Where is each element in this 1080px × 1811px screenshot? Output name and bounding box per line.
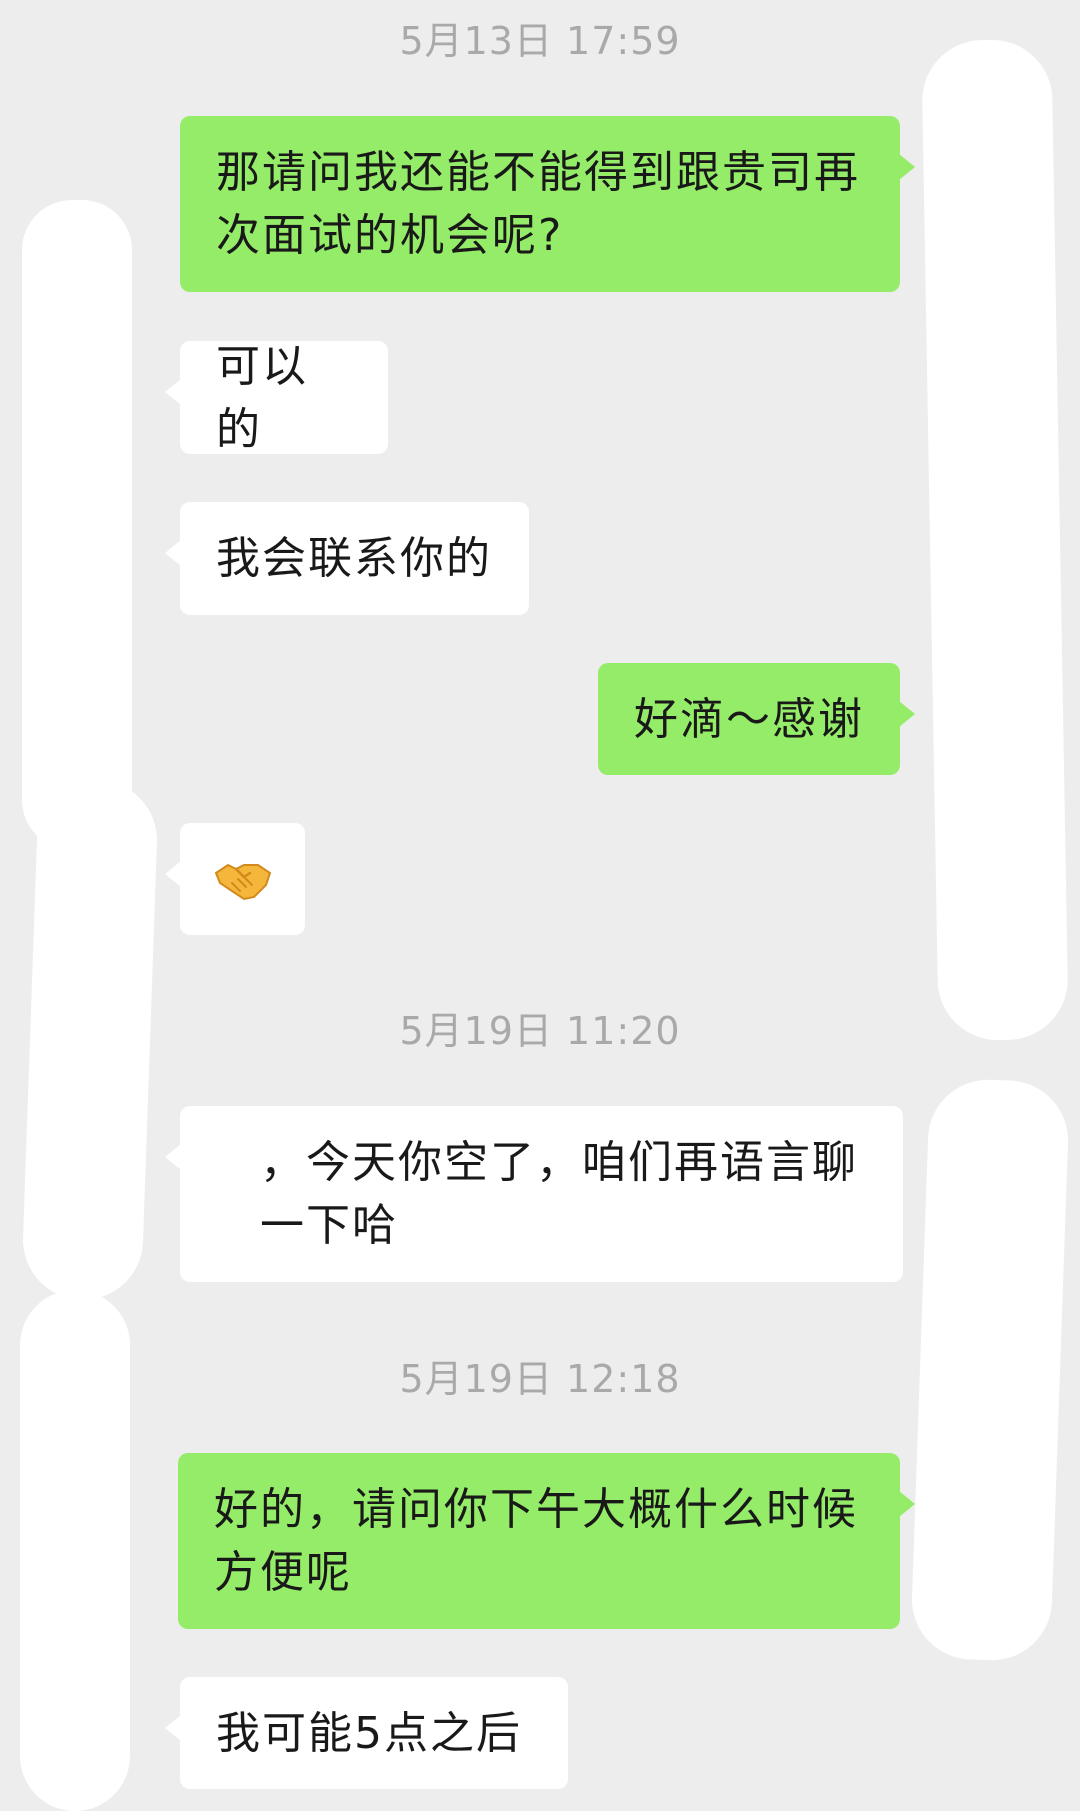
sent-message-bubble[interactable]: 好滴～感谢: [598, 663, 915, 775]
message-text: 那请问我还能不能得到跟贵司再次面试的机会呢?: [216, 147, 860, 261]
message-text: 我可能5点之后: [216, 1707, 522, 1759]
message-text: 可以的: [216, 340, 308, 455]
message-timestamp: 5月13日 17:59: [399, 19, 681, 63]
sent-message-bubble[interactable]: 好的，请问你下午大概什么时候方便呢: [178, 1453, 915, 1629]
chat-conversation: 5月13日 17:59 那请问我还能不能得到跟贵司再次面试的机会呢? 可以的 我…: [0, 0, 1080, 1811]
handshake-icon: [214, 863, 271, 901]
redaction-scribble: [20, 1290, 130, 1811]
received-message-bubble[interactable]: 我可能5点之后: [165, 1677, 568, 1789]
received-message-bubble[interactable]: 我会联系你的: [165, 502, 529, 615]
message-text: 好滴～感谢: [634, 693, 864, 745]
redaction-scribble: [22, 200, 132, 850]
redaction-scribble: [921, 38, 1069, 1042]
received-message-bubble[interactable]: 可以的: [165, 341, 388, 455]
message-text: 好的，请问你下午大概什么时候方便呢: [214, 1484, 858, 1598]
received-emoji-bubble[interactable]: [165, 823, 305, 935]
sent-message-bubble[interactable]: 那请问我还能不能得到跟贵司再次面试的机会呢?: [180, 116, 915, 292]
message-text: 我会联系你的: [216, 533, 492, 584]
message-timestamp: 5月19日 11:20: [399, 1009, 681, 1053]
message-text: ，今天你空了，咱们再语言聊一下哈: [260, 1137, 858, 1251]
redaction-scribble: [909, 1077, 1071, 1663]
message-timestamp: 5月19日 12:18: [399, 1357, 681, 1401]
received-message-bubble[interactable]: ，今天你空了，咱们再语言聊一下哈: [165, 1106, 903, 1282]
redaction-scribble: [20, 778, 160, 1302]
